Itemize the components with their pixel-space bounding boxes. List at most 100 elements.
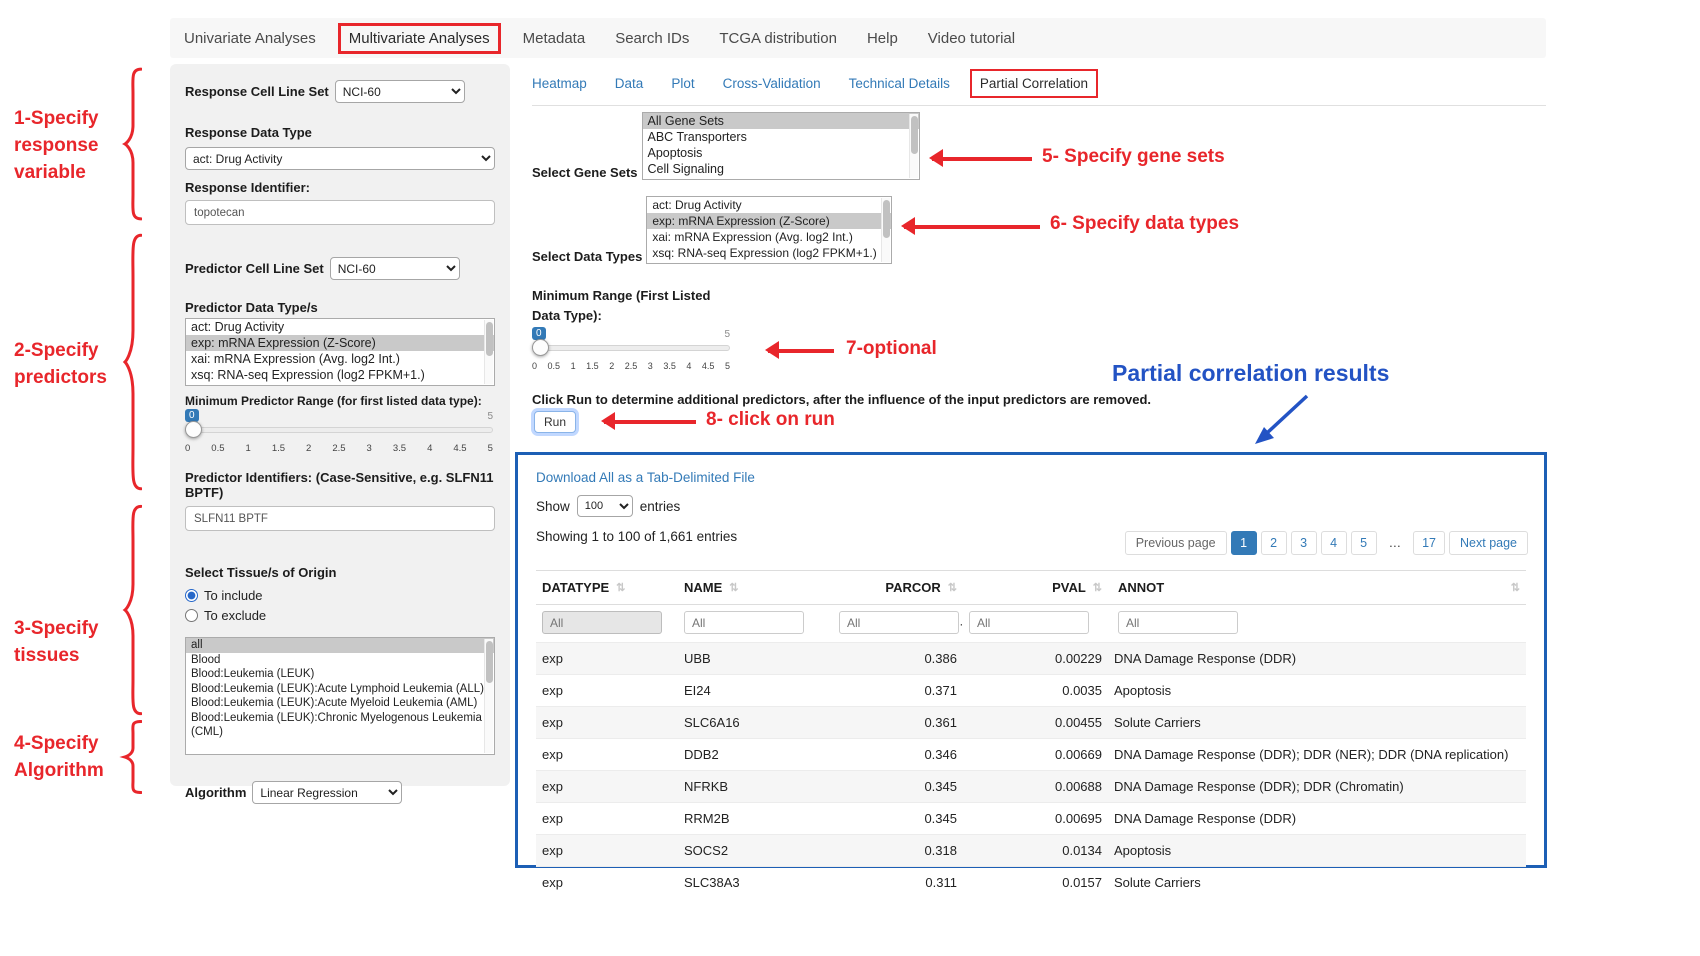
response-identifier-input[interactable] bbox=[185, 200, 495, 225]
scrollbar[interactable] bbox=[484, 320, 493, 384]
cell-name: SLC6A16 bbox=[678, 707, 833, 739]
sort-icon: ⇅ bbox=[1511, 581, 1520, 594]
filter-name[interactable] bbox=[684, 611, 804, 634]
page-button-3[interactable]: 3 bbox=[1291, 531, 1317, 555]
col-header-name[interactable]: NAME⇅ bbox=[678, 571, 833, 605]
radio-include[interactable] bbox=[185, 589, 198, 602]
filter-pval[interactable] bbox=[969, 611, 1089, 634]
page-button-17[interactable]: 17 bbox=[1413, 531, 1445, 555]
list-item[interactable]: Blood:Leukemia (LEUK):Acute Myeloid Leuk… bbox=[186, 696, 494, 711]
scrollbar[interactable] bbox=[881, 198, 890, 262]
cell-pval: 0.0157 bbox=[963, 867, 1108, 899]
previous-page-button[interactable]: Previous page bbox=[1125, 531, 1227, 555]
predictor-min-range-slider[interactable]: 0 5 bbox=[185, 412, 493, 440]
list-item[interactable]: Apoptosis bbox=[643, 145, 919, 161]
list-item[interactable]: xai: mRNA Expression (Avg. log2 Int.) bbox=[647, 229, 891, 245]
tissue-exclude-radio[interactable]: To exclude bbox=[185, 608, 495, 623]
list-item[interactable]: all bbox=[186, 638, 494, 653]
slider-track[interactable] bbox=[532, 345, 730, 351]
next-page-button[interactable]: Next page bbox=[1449, 531, 1528, 555]
list-item[interactable]: xsq: RNA-seq Expression (log2 FPKM+1.) bbox=[186, 367, 494, 383]
list-item[interactable]: act: Drug Activity bbox=[647, 197, 891, 213]
list-item[interactable]: All Gene Sets bbox=[643, 113, 919, 129]
response-cell-line-set-select[interactable]: NCI-60 bbox=[335, 80, 465, 103]
list-item[interactable]: exp: mRNA Expression (Z-Score) bbox=[647, 213, 891, 229]
list-item[interactable]: Blood:Leukemia (LEUK):Chronic Myelogenou… bbox=[186, 711, 494, 740]
entries-label: entries bbox=[640, 499, 681, 514]
list-item[interactable]: xsq: RNA-seq Expression (log2 FPKM+1.) bbox=[647, 245, 891, 261]
brace-step4 bbox=[118, 720, 142, 794]
nav-univariate[interactable]: Univariate Analyses bbox=[184, 30, 316, 47]
arrow-optional bbox=[756, 342, 834, 360]
list-item[interactable]: Cell Signaling bbox=[643, 161, 919, 177]
download-link[interactable]: Download All as a Tab-Delimited File bbox=[536, 470, 755, 485]
tab-partial-correlation[interactable]: Partial Correlation bbox=[970, 69, 1098, 98]
cell-name: SOCS2 bbox=[678, 835, 833, 867]
data-types-listbox: act: Drug Activity exp: mRNA Expression … bbox=[646, 196, 892, 264]
list-item[interactable]: ABC Transporters bbox=[643, 129, 919, 145]
filter-datatype[interactable] bbox=[542, 611, 662, 634]
nav-metadata[interactable]: Metadata bbox=[523, 30, 586, 47]
cell-name: NFRKB bbox=[678, 771, 833, 803]
slider-track[interactable] bbox=[185, 427, 493, 433]
col-header-annot[interactable]: ANNOT⇅ bbox=[1108, 571, 1526, 605]
nav-multivariate[interactable]: Multivariate Analyses bbox=[338, 23, 501, 54]
tab-plot[interactable]: Plot bbox=[671, 76, 694, 91]
scrollbar-thumb[interactable] bbox=[911, 116, 918, 154]
tissue-include-radio[interactable]: To include bbox=[185, 588, 495, 603]
slider-handle[interactable] bbox=[185, 421, 202, 438]
tab-cross-validation[interactable]: Cross-Validation bbox=[723, 76, 821, 91]
cell-datatype: exp bbox=[536, 771, 678, 803]
response-data-type-select[interactable]: act: Drug Activity bbox=[185, 147, 495, 170]
brace-step3 bbox=[118, 502, 142, 718]
radio-exclude[interactable] bbox=[185, 609, 198, 622]
cell-annot: DNA Damage Response (DDR) bbox=[1108, 643, 1526, 675]
scrollbar-thumb[interactable] bbox=[486, 322, 493, 356]
list-item[interactable]: Blood:Leukemia (LEUK) bbox=[186, 667, 494, 682]
page-button-5[interactable]: 5 bbox=[1351, 531, 1377, 555]
list-item[interactable]: Blood bbox=[186, 653, 494, 668]
filter-annot[interactable] bbox=[1118, 611, 1238, 634]
cell-parcor: 0.345 bbox=[833, 803, 963, 835]
gene-sets-listbox: All Gene Sets ABC Transporters Apoptosis… bbox=[642, 112, 920, 180]
tab-technical-details[interactable]: Technical Details bbox=[849, 76, 950, 91]
nav-tcga-distribution[interactable]: TCGA distribution bbox=[719, 30, 837, 47]
page-button-4[interactable]: 4 bbox=[1321, 531, 1347, 555]
scrollbar-thumb[interactable] bbox=[883, 200, 890, 238]
results-table: DATATYPE⇅ NAME⇅ PARCOR⇅ PVAL⇅ ANNOT⇅ exp… bbox=[536, 570, 1526, 898]
predictor-identifiers-input[interactable] bbox=[185, 506, 495, 531]
radio-exclude-label: To exclude bbox=[204, 608, 266, 623]
tab-data[interactable]: Data bbox=[615, 76, 644, 91]
list-item[interactable]: exp: mRNA Expression (Z-Score) bbox=[186, 335, 494, 351]
nav-video-tutorial[interactable]: Video tutorial bbox=[928, 30, 1015, 47]
page-button-1[interactable]: 1 bbox=[1231, 531, 1257, 555]
gene-sets-label: Select Gene Sets bbox=[532, 165, 638, 180]
col-header-datatype[interactable]: DATATYPE⇅ bbox=[536, 571, 678, 605]
nav-help[interactable]: Help bbox=[867, 30, 898, 47]
tab-heatmap[interactable]: Heatmap bbox=[532, 76, 587, 91]
table-row: exp UBB 0.386 0.00229 DNA Damage Respons… bbox=[536, 643, 1526, 675]
cell-annot: Solute Carriers bbox=[1108, 867, 1526, 899]
list-item[interactable]: xai: mRNA Expression (Avg. log2 Int.) bbox=[186, 351, 494, 367]
filter-parcor[interactable] bbox=[839, 611, 959, 634]
min-range-slider[interactable]: 0 5 bbox=[532, 330, 730, 358]
slider-handle[interactable] bbox=[532, 339, 549, 356]
annotation-step5: 5- Specify gene sets bbox=[1042, 144, 1225, 171]
page-button-2[interactable]: 2 bbox=[1261, 531, 1287, 555]
table-row: exp SLC38A3 0.311 0.0157 Solute Carriers bbox=[536, 867, 1526, 899]
response-data-type-label: Response Data Type bbox=[185, 125, 495, 140]
cell-annot: Apoptosis bbox=[1108, 675, 1526, 707]
scrollbar[interactable] bbox=[909, 114, 918, 178]
list-item[interactable]: act: Drug Activity bbox=[186, 319, 494, 335]
scrollbar[interactable] bbox=[484, 639, 493, 753]
table-row: exp DDB2 0.346 0.00669 DNA Damage Respon… bbox=[536, 739, 1526, 771]
list-item[interactable]: Blood:Leukemia (LEUK):Acute Lymphoid Leu… bbox=[186, 682, 494, 697]
col-header-parcor[interactable]: PARCOR⇅ bbox=[833, 571, 963, 605]
scrollbar-thumb[interactable] bbox=[486, 641, 493, 683]
nav-search-ids[interactable]: Search IDs bbox=[615, 30, 689, 47]
show-entries-select[interactable]: 100 bbox=[577, 495, 633, 517]
predictor-cell-line-set-select[interactable]: NCI-60 bbox=[330, 257, 460, 280]
run-button[interactable]: Run bbox=[534, 411, 576, 433]
algorithm-select[interactable]: Linear Regression bbox=[252, 781, 402, 804]
col-header-pval[interactable]: PVAL⇅ bbox=[963, 571, 1108, 605]
